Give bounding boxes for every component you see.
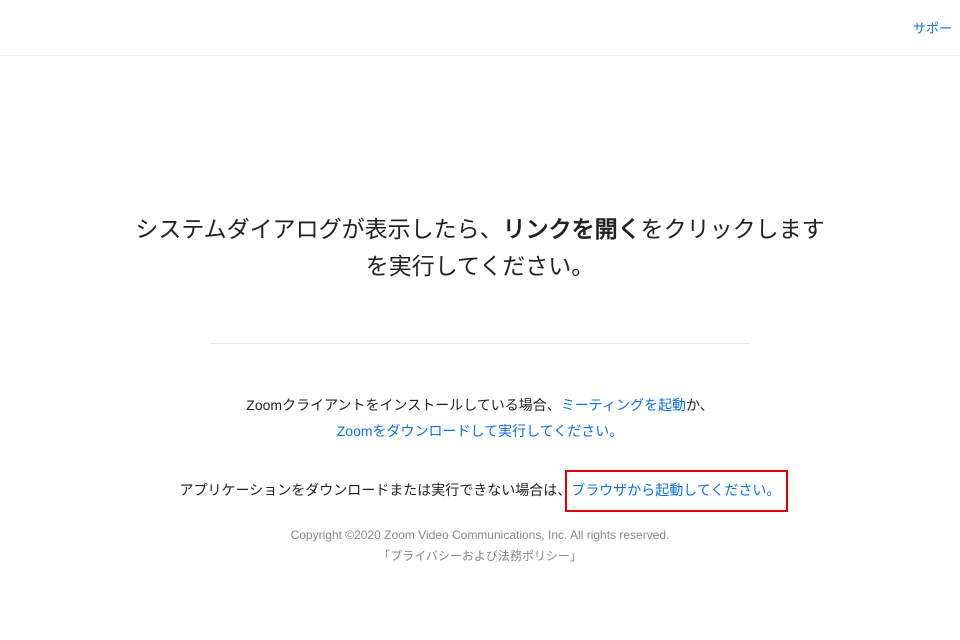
main-content: システムダイアログが表示したら、リンクを開くをクリックします を実行してください… — [0, 56, 960, 503]
instruction1-post: か、 — [686, 397, 714, 413]
copyright-text: Copyright ©2020 Zoom Video Communication… — [0, 525, 960, 547]
page-footer: Copyright ©2020 Zoom Video Communication… — [0, 525, 960, 568]
browser-launch-link[interactable]: ブラウザから起動してください。 — [571, 482, 780, 498]
headline-post: をクリックします — [641, 216, 825, 242]
headline-bold: リンクを開く — [503, 216, 641, 242]
page-header: サポー — [0, 0, 960, 56]
instruction-line-1: Zoomクライアントをインストールしている場合、ミーティングを起動か、 Zoom… — [0, 392, 960, 445]
instruction2-pre: アプリケーションをダウンロードまたは実行できない場合は、 — [180, 482, 572, 498]
launch-meeting-link[interactable]: ミーティングを起動 — [561, 397, 686, 413]
headline-pre: システムダイアログが表示したら、 — [135, 216, 502, 242]
support-link[interactable]: サポー — [913, 18, 952, 37]
instructions: Zoomクライアントをインストールしている場合、ミーティングを起動か、 Zoom… — [0, 392, 960, 504]
headline-line2: を実行してください。 — [366, 253, 595, 279]
privacy-policy-link[interactable]: 「プライバシーおよび法務ポリシー」 — [378, 549, 582, 563]
content-divider — [210, 343, 750, 344]
download-zoom-link[interactable]: Zoomをダウンロードして実行してください。 — [337, 423, 624, 439]
instruction1-pre: Zoomクライアントをインストールしている場合、 — [246, 397, 561, 413]
launch-headline: システムダイアログが表示したら、リンクを開くをクリックします を実行してください… — [130, 211, 830, 285]
instruction-line-2: アプリケーションをダウンロードまたは実行できない場合は、ブラウザから起動してくだ… — [180, 477, 781, 504]
